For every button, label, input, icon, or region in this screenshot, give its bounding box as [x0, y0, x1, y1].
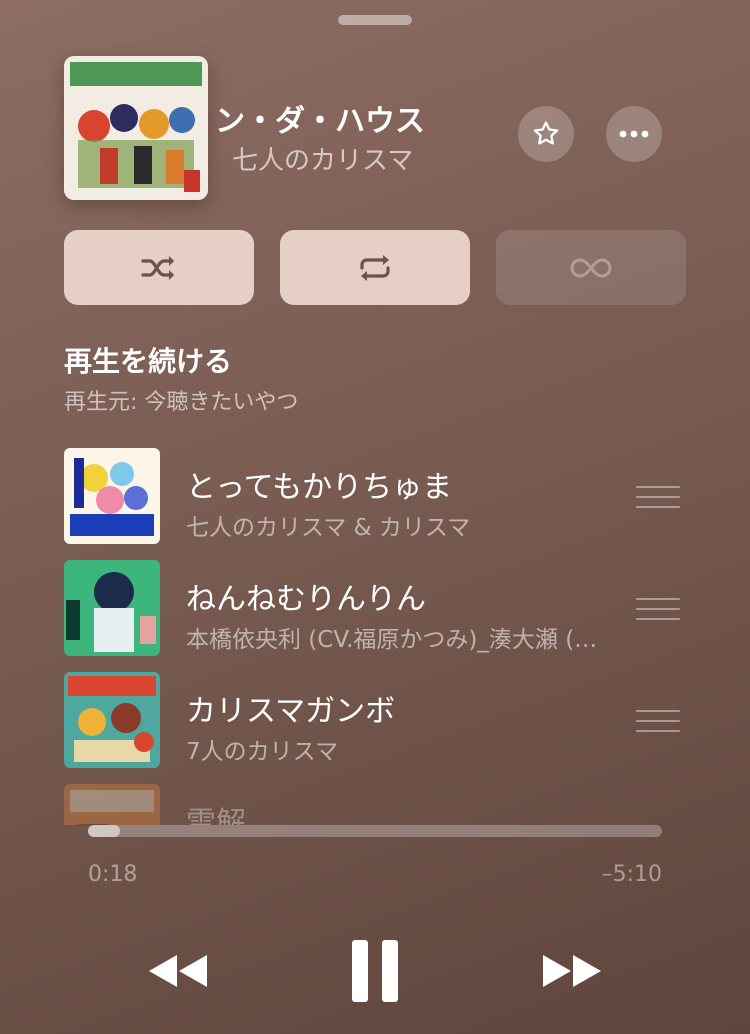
shuffle-icon: [141, 255, 174, 280]
queue-list[interactable]: とってもかりちゅま 七人のカリスマ & カリスマ ねんねむりんりん 本橋依央利 …: [0, 440, 750, 825]
favorite-button[interactable]: [518, 106, 574, 162]
reorder-handle-icon[interactable]: [636, 486, 680, 508]
queue-row[interactable]: 雪解: [0, 780, 750, 825]
queue-artwork: [64, 560, 160, 656]
queue-artwork: [64, 448, 160, 544]
queue-row[interactable]: とってもかりちゅま 七人のカリスマ & カリスマ: [0, 444, 750, 544]
reorder-handle-icon[interactable]: [636, 710, 680, 732]
queue-track-title: とってもかりちゅま: [186, 470, 453, 505]
queue-track-artist: 7人のカリスマ: [186, 739, 338, 765]
star-icon: [533, 121, 559, 145]
progress-fill: [88, 825, 120, 837]
queue-artwork: [64, 672, 160, 768]
queue-heading: 再生を続ける: [64, 345, 233, 378]
queue-track-title: ねんねむりんりん: [186, 582, 426, 617]
elapsed-time: 0:18: [88, 862, 138, 887]
queue-track-artist: 七人のカリスマ & カリスマ: [186, 515, 471, 541]
autoplay-button[interactable]: [496, 230, 686, 305]
queue-row[interactable]: カリスマガンボ 7人のカリスマ: [0, 668, 750, 768]
album-artwork: [64, 56, 208, 200]
pause-button[interactable]: [345, 936, 405, 1006]
queue-track-artist: 本橋依央利 (CV.福原かつみ)_湊大瀬 (…: [186, 627, 598, 653]
fast-forward-icon: [543, 955, 601, 987]
queue-row[interactable]: ねんねむりんりん 本橋依央利 (CV.福原かつみ)_湊大瀬 (…: [0, 556, 750, 656]
infinity-icon: [570, 257, 612, 278]
now-playing-title: ン・ダ・ハウス: [215, 104, 425, 139]
pause-icon: [352, 940, 398, 1002]
queue-source[interactable]: 再生元: 今聴きたいやつ: [64, 384, 298, 416]
shuffle-button[interactable]: [64, 230, 254, 305]
sheet-grabber[interactable]: [338, 15, 412, 25]
more-button[interactable]: [606, 106, 662, 162]
queue-artwork: [64, 784, 160, 825]
queue-track-title: 雪解: [186, 806, 246, 825]
repeat-button[interactable]: [280, 230, 470, 305]
repeat-icon: [360, 254, 390, 281]
rewind-button[interactable]: [140, 945, 216, 997]
rewind-icon: [149, 955, 207, 987]
now-playing-artist[interactable]: 七人のカリスマ: [232, 140, 413, 177]
ellipsis-icon: [619, 130, 649, 138]
reorder-handle-icon[interactable]: [636, 598, 680, 620]
remaining-time: –5:10: [601, 862, 662, 887]
progress-slider[interactable]: [88, 825, 662, 837]
fast-forward-button[interactable]: [534, 945, 610, 997]
queue-track-title: カリスマガンボ: [186, 694, 396, 729]
